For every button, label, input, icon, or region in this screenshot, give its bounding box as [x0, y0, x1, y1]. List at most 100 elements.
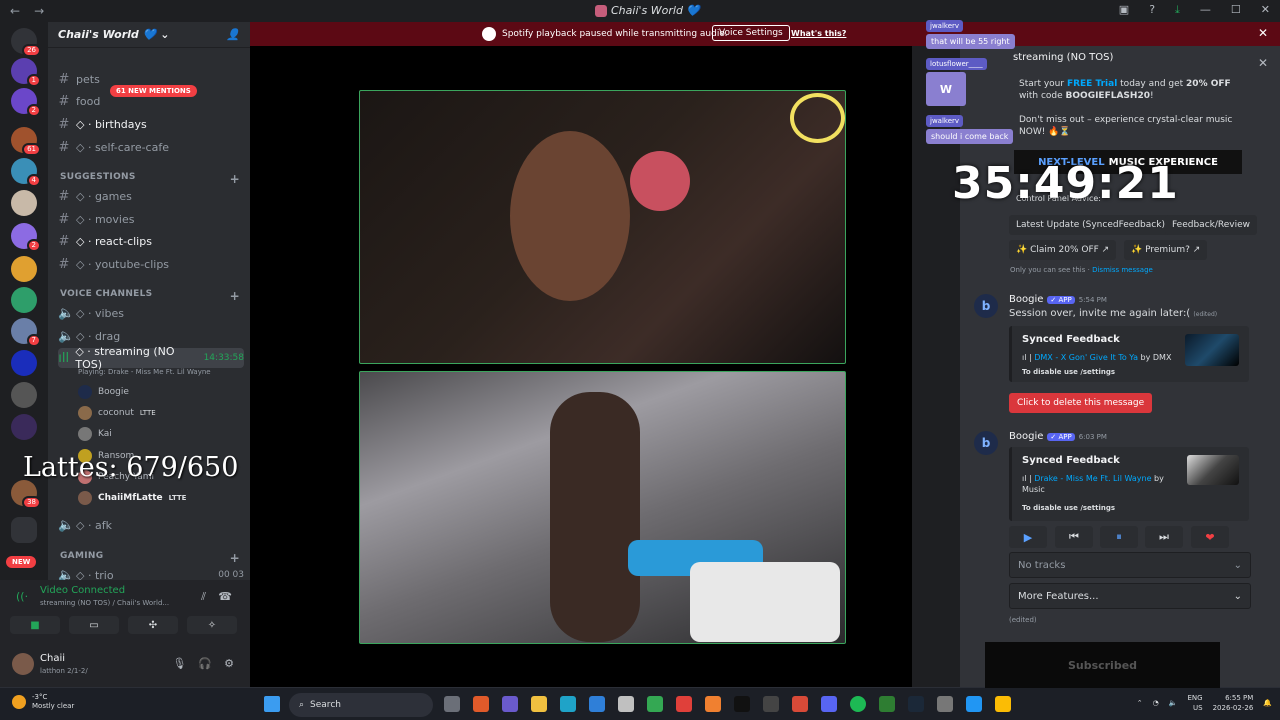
steam-icon[interactable] — [908, 696, 924, 712]
app-icon[interactable] — [763, 696, 779, 712]
noise-suppression-icon[interactable]: ⫽ — [201, 590, 206, 604]
author-name[interactable]: Boogie — [1009, 294, 1043, 305]
new-mentions-badge[interactable]: 61 NEW MENTIONS — [110, 85, 197, 97]
server-header[interactable]: Chaii's World 💙 ⌄ 👤 — [48, 22, 250, 48]
author-name[interactable]: Boogie — [1009, 431, 1043, 442]
claim-discount-button[interactable]: ✨ Claim 20% OFF ↗ — [1009, 240, 1117, 260]
plus-icon[interactable]: + — [230, 551, 240, 565]
back-arrow-icon[interactable]: ← — [10, 4, 20, 18]
video-tile-chaii[interactable] — [359, 90, 846, 364]
server-icon[interactable]: 2 — [11, 88, 41, 117]
previous-button[interactable]: ⏮ — [1055, 526, 1093, 548]
voice-user[interactable]: ChaiiMfLatte LTTE — [78, 488, 242, 508]
voice-user[interactable]: Boogie — [78, 382, 242, 402]
category-voice-channels[interactable]: VOICE CHANNELS + — [60, 289, 240, 303]
tracks-select[interactable]: No tracks ⌄ — [1009, 552, 1251, 578]
language-indicator[interactable]: ENG US — [1188, 693, 1203, 713]
next-button[interactable]: ⏭ — [1145, 526, 1183, 548]
server-icon[interactable] — [11, 382, 37, 408]
app-icon[interactable] — [966, 696, 982, 712]
close-icon[interactable]: ✕ — [1258, 26, 1268, 40]
wifi-icon[interactable]: ◔ — [1153, 699, 1159, 707]
channel-movies[interactable]: # ◇ · movies — [58, 209, 244, 229]
channel-trio[interactable]: 🔈 ◇ · trio 00 03 — [58, 565, 244, 581]
server-icon[interactable]: 61 — [11, 127, 41, 156]
microphone-icon[interactable]: 🎙 — [172, 657, 186, 670]
plus-icon[interactable]: + — [230, 172, 240, 186]
app-icon[interactable] — [676, 696, 692, 712]
channel-streaming[interactable]: ıll ◇ · streaming (NO TOS) 14:33:58 — [58, 345, 244, 371]
premium-button[interactable]: ✨ Premium? ↗ — [1124, 240, 1208, 260]
voice-user[interactable]: coconut LTTE — [78, 403, 242, 423]
app-icon[interactable] — [937, 696, 953, 712]
help-icon[interactable]: ? — [1149, 3, 1155, 17]
video-tile-streamer[interactable] — [359, 371, 846, 644]
signal-icon[interactable]: ((· — [16, 590, 28, 603]
close-button[interactable]: ✕ — [1261, 3, 1270, 17]
chevron-up-icon[interactable]: ⌃ — [1137, 699, 1143, 707]
file-explorer-icon[interactable] — [531, 696, 547, 712]
discord-icon[interactable] — [821, 696, 837, 712]
channel-vibes[interactable]: 🔈 ◇ · vibes — [58, 303, 244, 323]
inbox-icon[interactable]: ▣ — [1119, 3, 1129, 17]
song-link[interactable]: Drake - Miss Me Ft. Lil Wayne — [1034, 474, 1151, 483]
forward-arrow-icon[interactable]: → — [34, 4, 44, 18]
app-icon[interactable] — [618, 696, 634, 712]
category-suggestions[interactable]: SUGGESTIONS + — [60, 172, 240, 186]
server-icon[interactable]: 38 — [11, 480, 41, 509]
pause-button[interactable]: ⏸ — [1100, 526, 1138, 548]
server-icon[interactable]: 1 — [11, 58, 41, 87]
like-button[interactable]: ❤ — [1191, 526, 1229, 548]
avatar[interactable]: b — [974, 294, 998, 318]
task-view-icon[interactable] — [444, 696, 460, 712]
more-features-select[interactable]: More Features... ⌄ — [1009, 583, 1251, 609]
play-button[interactable]: ▶ — [1009, 526, 1047, 548]
server-icon[interactable]: 2 — [11, 223, 41, 252]
delete-message-button[interactable]: Click to delete this message — [1009, 393, 1153, 413]
weather-widget[interactable]: -3°C Mostly clear — [12, 693, 74, 711]
volume-icon[interactable]: 🔈 — [1169, 699, 1178, 707]
server-icon[interactable]: 4 — [11, 158, 41, 187]
folder-icon[interactable] — [11, 517, 37, 543]
channel-react-clips[interactable]: # ◇ · react-clips — [58, 231, 244, 251]
camera-button[interactable]: ■ — [10, 616, 60, 634]
edge-icon[interactable] — [560, 696, 576, 712]
channel-birthdays[interactable]: # ◇ · birthdays — [58, 114, 244, 134]
disconnect-icon[interactable]: ☎ — [218, 590, 232, 603]
whats-this-link[interactable]: What's this? — [791, 29, 846, 38]
song-link[interactable]: DMX - X Gon' Give It To Ya — [1034, 353, 1138, 362]
gear-icon[interactable]: ⚙ — [224, 657, 234, 670]
app-icon[interactable] — [792, 696, 808, 712]
headphones-icon[interactable]: 🎧 — [198, 657, 212, 670]
server-icon[interactable] — [11, 256, 37, 282]
soundboard-button[interactable]: ✧ — [187, 616, 237, 634]
server-icon[interactable] — [11, 190, 37, 216]
close-icon[interactable]: ✕ — [1258, 56, 1268, 70]
activities-button[interactable]: ✣ — [128, 616, 178, 634]
category-gaming[interactable]: GAMING + — [60, 551, 240, 565]
maximize-button[interactable]: ☐ — [1231, 3, 1241, 17]
minimize-button[interactable]: — — [1200, 3, 1211, 17]
voice-channel-info[interactable]: streaming (NO TOS) / Chaii's World... — [40, 599, 169, 607]
channel-games[interactable]: # ◇ · games — [58, 186, 244, 206]
windows-start-icon[interactable] — [264, 696, 280, 712]
avatar[interactable] — [12, 653, 34, 675]
app-icon[interactable] — [502, 696, 518, 712]
app-icon[interactable] — [705, 696, 721, 712]
dismiss-link[interactable]: Dismiss message — [1092, 266, 1153, 274]
channel-self-care-cafe[interactable]: # ◇ · self-care-cafe — [58, 137, 244, 157]
server-icon[interactable] — [11, 287, 37, 313]
clock[interactable]: 6:55 PM 2026-02-26 — [1213, 693, 1254, 713]
home-icon[interactable]: 26 — [11, 28, 41, 57]
chrome-icon[interactable] — [995, 696, 1011, 712]
latest-update-button[interactable]: Latest Update (SyncedFeedback) — [1009, 215, 1172, 235]
channel-youtube-clips[interactable]: # ◇ · youtube-clips — [58, 254, 244, 274]
server-icon[interactable] — [11, 350, 37, 376]
voice-settings-button[interactable]: Voice Settings — [712, 25, 790, 41]
server-icon[interactable] — [11, 414, 37, 440]
avatar[interactable]: b — [974, 431, 998, 455]
app-icon[interactable] — [879, 696, 895, 712]
tiktok-icon[interactable] — [734, 696, 750, 712]
notification-icon[interactable]: 🔔 — [1263, 699, 1272, 707]
voice-user[interactable]: Kai — [78, 424, 242, 444]
